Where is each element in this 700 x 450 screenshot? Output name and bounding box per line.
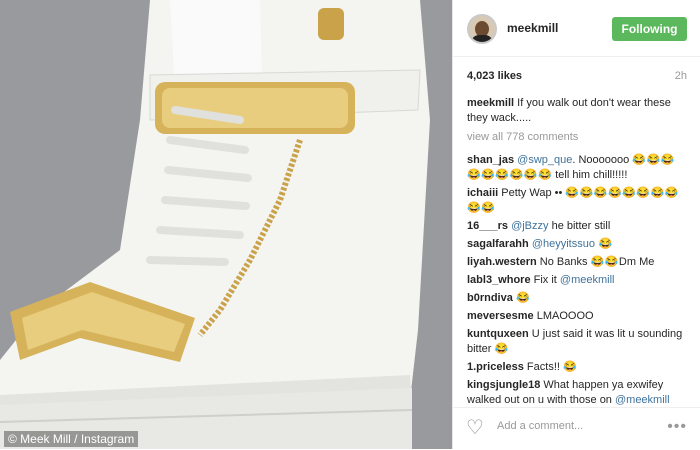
- following-button[interactable]: Following: [612, 17, 687, 41]
- comment: kuntquxeen U just said it was lit u soun…: [467, 327, 689, 357]
- comment-mention[interactable]: @swp_que: [517, 154, 572, 166]
- comment-user[interactable]: ichaiii: [467, 187, 498, 199]
- avatar-shirt: [471, 35, 493, 42]
- likes-count[interactable]: 4,023 likes: [467, 70, 522, 82]
- comment-mention[interactable]: @heyyitssuo: [532, 238, 595, 250]
- comment-user[interactable]: kuntquxeen: [467, 328, 529, 340]
- add-comment-input[interactable]: Add a comment...: [497, 420, 583, 432]
- comment: liyah.western No Banks 😂😂Dm Me: [467, 255, 689, 270]
- comment-user[interactable]: kingsjungle18: [467, 379, 540, 391]
- comment: shan_jas @swp_que. Nooooooo 😂😂😂😂😂😂😂😂😂 te…: [467, 153, 689, 183]
- post-footer: ♡ Add a comment... •••: [453, 407, 700, 450]
- comment: 1.priceless Facts!! 😂: [467, 360, 689, 375]
- comment: kingsjungle18 What happen ya exwifey wal…: [467, 378, 689, 408]
- comment-emoji: 😂: [594, 238, 613, 250]
- comment-text-2: Dm Me: [618, 256, 655, 268]
- comment-user[interactable]: meversesme: [467, 310, 534, 322]
- comment-text: Fix it: [530, 274, 560, 286]
- comment-text: he bitter still: [548, 220, 611, 232]
- comment-emoji: 😂: [512, 292, 531, 304]
- post-header: meekmill Following: [453, 0, 700, 57]
- comment-user[interactable]: 1.priceless: [467, 361, 524, 373]
- username[interactable]: meekmill: [507, 21, 558, 35]
- post-details-panel: meekmill Following 4,023 likes 2h meekmi…: [452, 0, 700, 449]
- comment-user[interactable]: 16___rs: [467, 220, 508, 232]
- comment-user[interactable]: labl3_whore: [467, 274, 531, 286]
- comment-user[interactable]: shan_jas: [467, 154, 514, 166]
- comment: ichaiii Petty Wap •• 😂😂😂😂😂😂😂😂😂😂: [467, 186, 689, 216]
- caption-user[interactable]: meekmill: [467, 97, 514, 109]
- more-options-icon[interactable]: •••: [667, 418, 687, 436]
- comment-text: No Banks: [536, 256, 591, 268]
- avatar[interactable]: [467, 14, 497, 44]
- post-photo[interactable]: © Meek Mill / Instagram: [0, 0, 452, 449]
- comment-emoji: 😂😂: [590, 256, 619, 268]
- photo-credit: © Meek Mill / Instagram: [4, 431, 139, 447]
- comment: meversesme LMAOOOO: [467, 309, 689, 324]
- comment-text: LMAOOOO: [533, 310, 594, 322]
- comment: labl3_whore Fix it @meekmill: [467, 273, 689, 288]
- comment-user[interactable]: sagalfarahh: [467, 238, 529, 250]
- caption: meekmill If you walk out don't wear thes…: [467, 96, 689, 126]
- comment-emoji: 😂: [563, 361, 578, 373]
- comment: 16___rs @jBzzy he bitter still: [467, 219, 689, 234]
- comment-emoji: 😂: [494, 343, 509, 355]
- comment-text: Facts!!: [523, 361, 563, 373]
- comment-user[interactable]: b0rndiva: [467, 292, 513, 304]
- heart-icon[interactable]: ♡: [466, 416, 484, 440]
- comment-mention[interactable]: @jBzzy: [511, 220, 548, 232]
- post-time: 2h: [674, 70, 687, 82]
- comment-text: Petty Wap ••: [498, 187, 563, 199]
- comments-list: meekmill If you walk out don't wear thes…: [467, 96, 689, 411]
- comment-text: . Nooooooo: [572, 154, 630, 166]
- shoe-image: [0, 0, 452, 449]
- comment-mention[interactable]: @meekmill: [560, 274, 615, 286]
- comment: sagalfarahh @heyyitssuo 😂: [467, 237, 689, 252]
- comment-user[interactable]: liyah.western: [467, 256, 537, 268]
- comment: b0rndiva 😂: [467, 291, 689, 306]
- view-all-comments-link[interactable]: view all 778 comments: [467, 130, 689, 145]
- comment-mention[interactable]: @meekmill: [615, 394, 670, 406]
- comment-text-2: tell him chill!!!!!: [552, 169, 628, 181]
